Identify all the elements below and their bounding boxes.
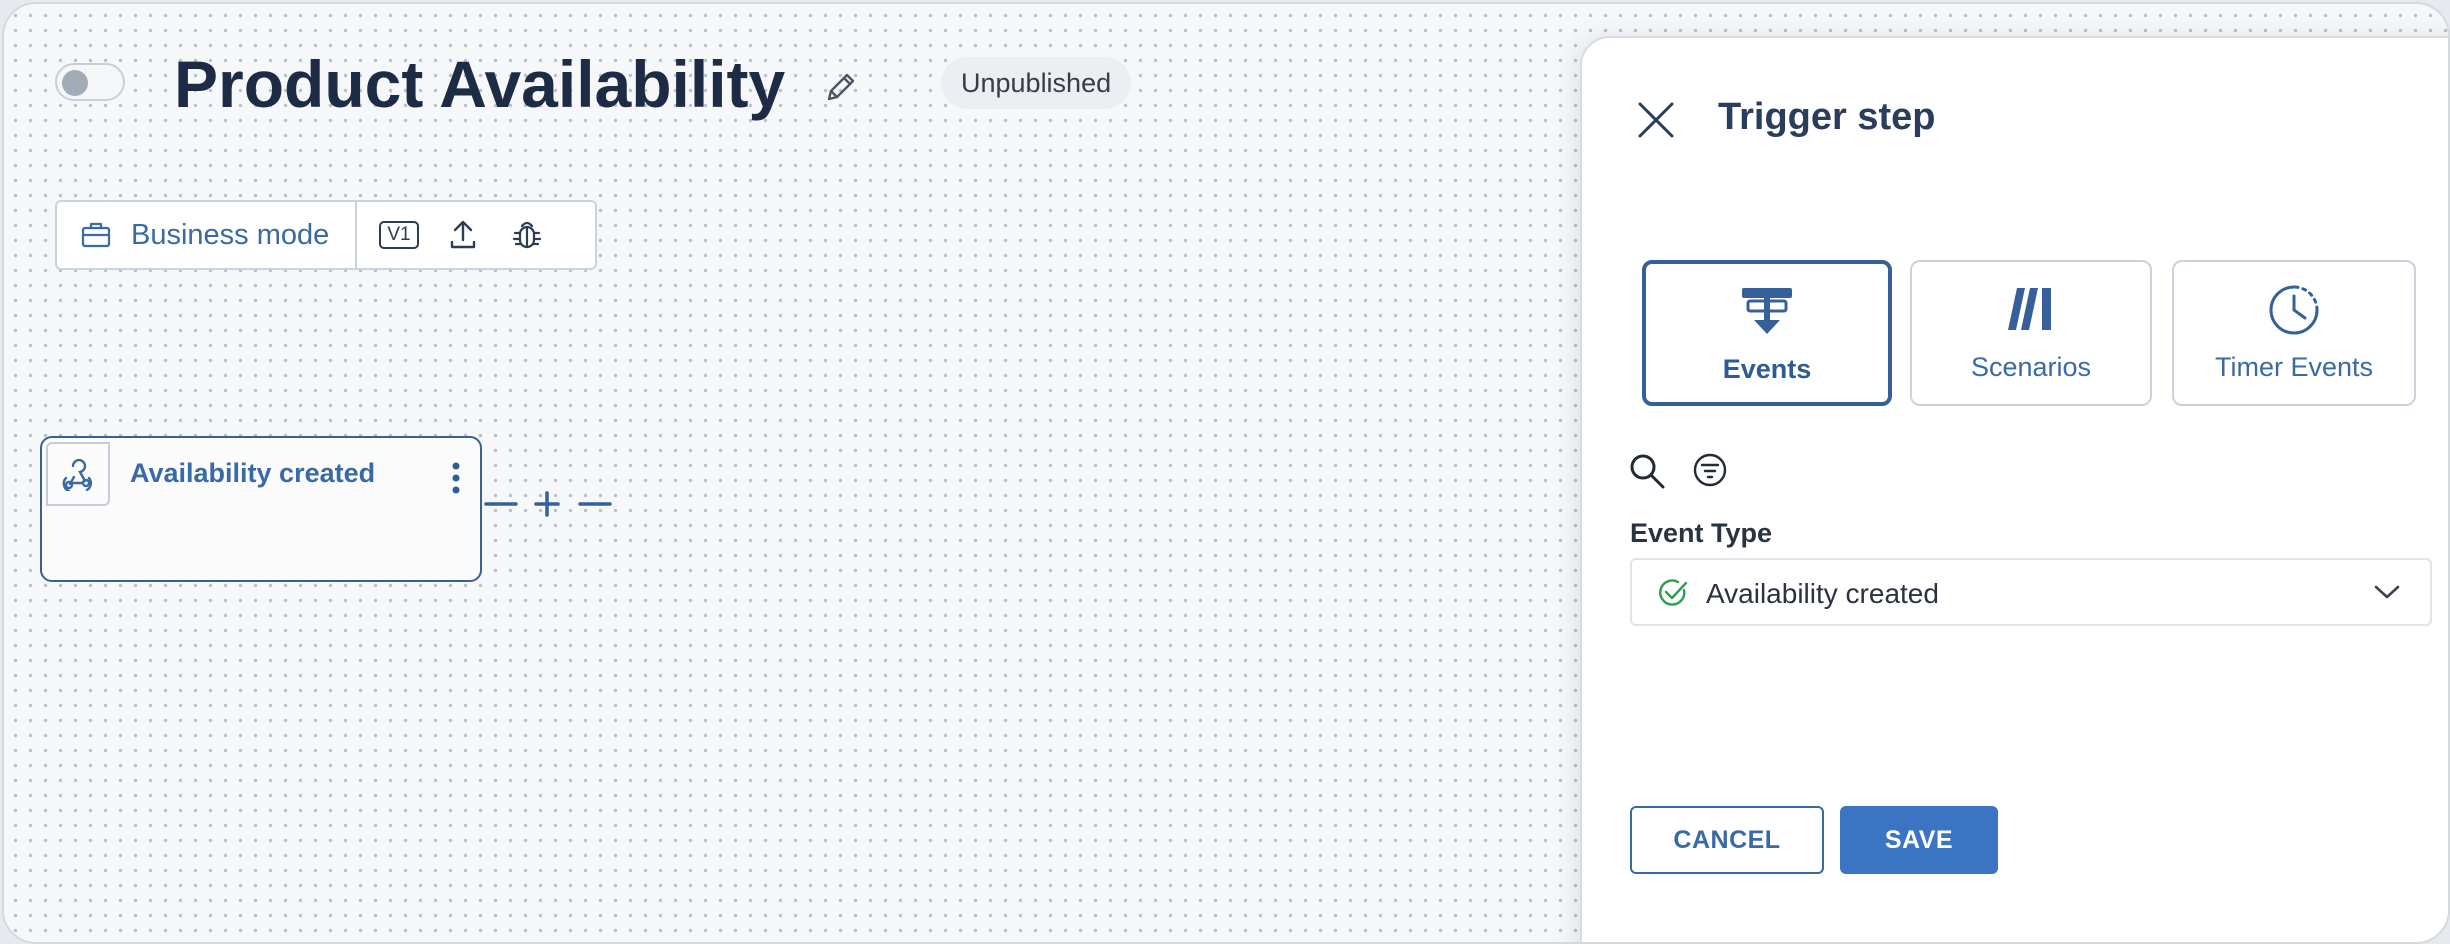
upload-icon — [450, 220, 476, 249]
export-button[interactable] — [431, 202, 495, 268]
app-window: Product Availability Unpublished Busines… — [2, 2, 2450, 944]
filter-button[interactable] — [1692, 452, 1728, 488]
tab-scenarios-label: Scenarios — [1970, 352, 2092, 382]
page-title: Product Availability — [174, 47, 786, 121]
business-mode-label: Business mode — [131, 218, 330, 251]
scenarios-icon — [2008, 288, 2051, 330]
status-badge: Unpublished — [941, 57, 1132, 109]
add-step-icon — [484, 491, 612, 517]
workflow-active-toggle[interactable] — [55, 63, 125, 101]
node-title: Availability created — [130, 458, 376, 488]
search-button[interactable] — [1628, 452, 1666, 490]
panel-title: Trigger step — [1718, 96, 1936, 138]
event-type-value: Availability created — [1706, 578, 1939, 609]
chevron-down-icon — [2374, 585, 2400, 599]
version-button[interactable]: V1 — [367, 202, 431, 268]
business-mode-button[interactable]: Business mode — [57, 202, 357, 268]
event-type-label: Event Type — [1630, 518, 1773, 548]
tab-scenarios[interactable]: Scenarios — [1910, 260, 2152, 406]
briefcase-icon — [81, 222, 111, 248]
close-panel-button[interactable] — [1634, 98, 1678, 142]
node-menu-button[interactable] — [446, 460, 466, 496]
event-icon — [1742, 288, 1792, 334]
node-icon-box — [46, 442, 110, 506]
cancel-button[interactable]: CANCEL — [1630, 806, 1824, 874]
more-vertical-icon — [452, 462, 460, 494]
add-step-connector[interactable] — [484, 484, 614, 524]
toggle-knob — [62, 70, 88, 96]
filter-icon — [1693, 453, 1727, 487]
edit-title-button[interactable] — [824, 70, 858, 104]
tab-timer-events-label: Timer Events — [2214, 352, 2374, 382]
event-type-select[interactable]: Availability created — [1630, 558, 2432, 626]
close-icon — [1638, 102, 1674, 138]
bug-icon — [512, 221, 542, 249]
webhook-icon — [62, 458, 93, 491]
debug-button[interactable] — [495, 202, 559, 268]
canvas-toolbar: Business mode V1 — [55, 200, 597, 270]
tab-events-label: Events — [1722, 354, 1812, 384]
tab-timer-events[interactable]: Timer Events — [2172, 260, 2416, 406]
tab-events[interactable]: Events — [1642, 260, 1892, 406]
version-label: V1 — [379, 221, 419, 249]
save-button[interactable]: SAVE — [1840, 806, 1998, 874]
timer-icon — [2269, 285, 2319, 335]
search-icon — [1630, 454, 1665, 489]
pencil-icon — [827, 73, 855, 101]
trigger-node[interactable]: Availability created — [40, 436, 482, 582]
check-circle-icon — [1659, 579, 1688, 606]
